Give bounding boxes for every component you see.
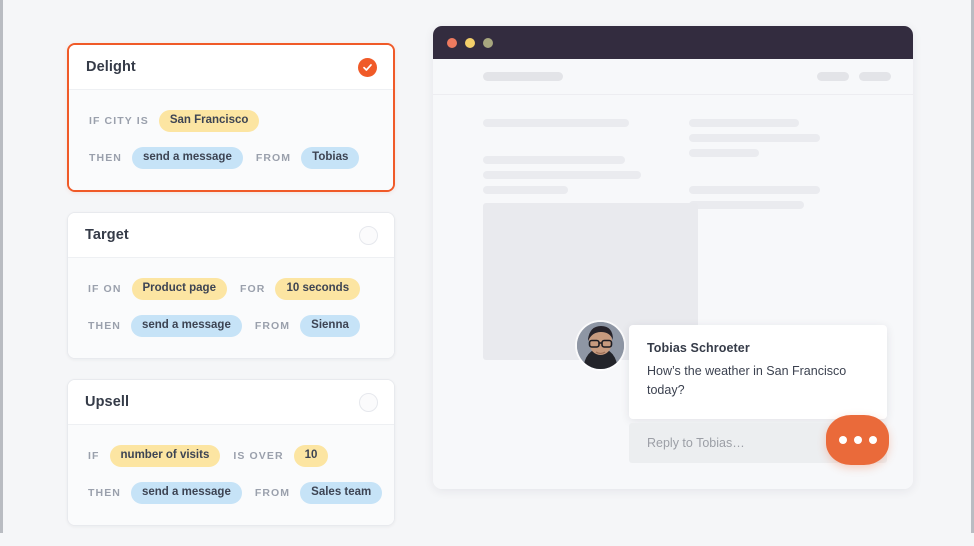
rule-card-title: Target <box>85 227 129 243</box>
rule-pill[interactable]: 10 seconds <box>275 277 361 301</box>
rule-card-header: Target <box>68 213 394 258</box>
rule-keyword: IF <box>88 450 100 462</box>
rule-keyword: FROM <box>254 320 291 332</box>
browser-toolbar <box>433 59 913 95</box>
rule-keyword: THEN <box>89 152 122 164</box>
toolbar-button-placeholder-1[interactable] <box>817 72 849 81</box>
maximize-dot[interactable] <box>483 37 493 48</box>
ellipsis-icon-dot-3 <box>868 436 877 444</box>
minimize-dot[interactable] <box>465 37 475 48</box>
rule-row: IF CITY IS San Francisco <box>69 107 393 135</box>
rule-card-header: Delight <box>69 45 393 90</box>
rule-pill[interactable]: San Francisco <box>158 109 260 133</box>
ellipsis-icon-dot-1 <box>838 436 847 444</box>
empty-circle-icon[interactable] <box>359 392 378 412</box>
rule-keyword: FROM <box>255 152 292 164</box>
check-circle-icon[interactable] <box>358 57 377 77</box>
rule-pill[interactable]: 10 <box>293 444 329 468</box>
rule-card-title: Delight <box>86 59 136 75</box>
browser-titlebar <box>433 26 913 59</box>
chat-message-text: How’s the weather in San Francisco today… <box>647 364 847 398</box>
close-dot[interactable] <box>447 37 457 48</box>
chat-launcher-button[interactable] <box>826 415 889 465</box>
rule-card[interactable]: Upsell IF number of visits IS OVER 10 THEN sen… <box>67 379 395 526</box>
rule-row: THEN send a message FROM Sienna <box>68 312 394 340</box>
rule-keyword: FROM <box>254 487 291 499</box>
address-bar-placeholder[interactable] <box>483 72 563 81</box>
avatar <box>577 322 624 369</box>
browser-content: Tobias Schroeter How’s the weather in Sa… <box>433 95 913 489</box>
rule-keyword: THEN <box>88 487 121 499</box>
chat-message-bubble: Tobias Schroeter How’s the weather in Sa… <box>629 325 887 419</box>
rule-card-body: IF number of visits IS OVER 10 THEN send a me… <box>68 425 394 525</box>
rule-pill[interactable]: send a message <box>131 146 243 170</box>
rule-pill[interactable]: Sienna <box>300 314 360 338</box>
rule-card-title: Upsell <box>85 394 130 410</box>
empty-circle-icon[interactable] <box>359 225 378 245</box>
page-root: Delight IF CITY IS San Francisco THEN send a… <box>0 0 974 533</box>
rule-pill[interactable]: number of visits <box>109 444 221 468</box>
ellipsis-icon-dot-2 <box>853 436 862 444</box>
rules-list: Delight IF CITY IS San Francisco THEN send a… <box>67 43 395 546</box>
rule-keyword: IF CITY IS <box>89 115 149 127</box>
skeleton-columns <box>483 119 863 216</box>
rule-keyword: THEN <box>88 320 121 332</box>
browser-window: Tobias Schroeter How’s the weather in Sa… <box>433 26 913 489</box>
rule-row: THEN send a message FROM Tobias <box>69 144 393 172</box>
rule-keyword: FOR <box>239 283 266 295</box>
rule-card[interactable]: Delight IF CITY IS San Francisco THEN send a… <box>67 43 395 192</box>
rule-row: IF number of visits IS OVER 10 <box>68 442 394 470</box>
rule-card-body: IF ON Product page FOR 10 seconds THEN send a… <box>68 258 394 358</box>
toolbar-button-placeholder-2[interactable] <box>859 72 891 81</box>
skeleton-column-left <box>483 119 641 216</box>
rule-keyword: IS OVER <box>233 450 284 462</box>
rule-row: THEN send a message FROM Sales team <box>68 479 394 507</box>
rule-row: IF ON Product page FOR 10 seconds <box>68 275 394 303</box>
rule-card-body: IF CITY IS San Francisco THEN send a messag… <box>69 90 393 190</box>
rule-pill[interactable]: send a message <box>130 481 242 505</box>
rule-pill[interactable]: Product page <box>131 277 227 301</box>
rule-pill[interactable]: send a message <box>130 314 242 338</box>
toolbar-actions <box>817 72 891 81</box>
rule-keyword: IF ON <box>88 283 122 295</box>
chat-sender-name: Tobias Schroeter <box>647 341 750 355</box>
rule-pill[interactable]: Sales team <box>300 481 383 505</box>
rule-card-header: Upsell <box>68 380 394 425</box>
rule-pill[interactable]: Tobias <box>301 146 360 170</box>
rule-card[interactable]: Target IF ON Product page FOR 10 seconds THEN… <box>67 212 395 359</box>
reply-input-placeholder[interactable]: Reply to Tobias… <box>647 436 830 450</box>
skeleton-column-right <box>689 119 825 216</box>
